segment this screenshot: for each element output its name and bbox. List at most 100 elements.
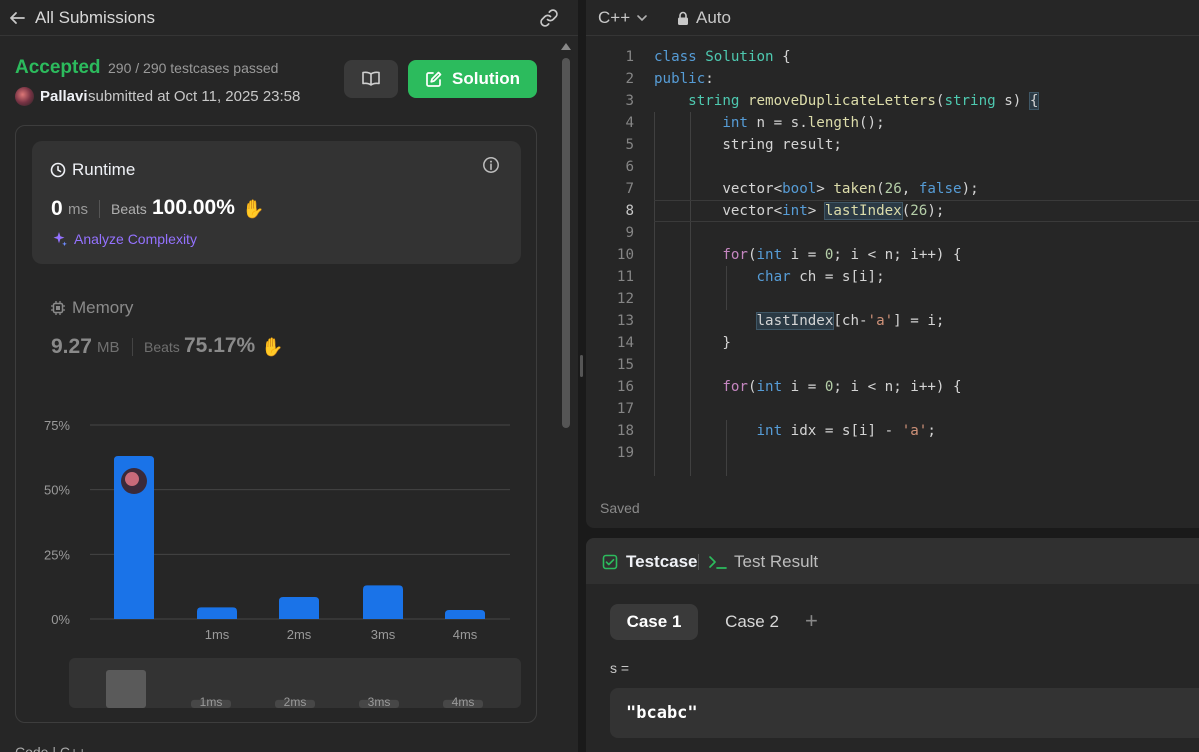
memory-title-label: Memory — [72, 298, 134, 317]
code-text: string result; — [654, 137, 842, 153]
runtime-distribution-chart: 75% 50% 25% 0% 1ms 2ms 3ms 4ms — [44, 418, 510, 642]
clock-icon — [50, 162, 66, 178]
chart-range-selector[interactable]: 1ms 2ms 3ms 4ms — [69, 658, 521, 708]
mini-bar — [106, 670, 146, 708]
code-editor-panel: C++ Auto 1 class Solution { 2 public: 3 st… — [586, 0, 1199, 528]
code-area[interactable]: 1 class Solution { 2 public: 3 string remo… — [586, 46, 1199, 476]
line-number: 13 — [616, 313, 634, 329]
scroll-up-icon[interactable] — [561, 43, 571, 50]
code-line: 11 char ch = s[i]; — [586, 266, 1199, 288]
code-text: string removeDuplicateLetters(string s) … — [688, 92, 1040, 110]
editor-header: C++ Auto — [586, 0, 1199, 36]
back-arrow-icon[interactable] — [8, 9, 26, 27]
submission-panel: All Submissions Accepted 290 / 290 testc… — [0, 0, 578, 752]
code-line: 13 lastIndex[ch-'a'] = i; — [586, 310, 1199, 332]
code-text: int n = s.length(); — [722, 115, 885, 131]
solution-button[interactable]: Solution — [408, 60, 537, 98]
bar — [279, 597, 319, 619]
line-number: 7 — [625, 181, 634, 197]
save-status: Saved — [600, 500, 640, 516]
terminal-icon — [709, 556, 727, 569]
tab-test-result-label: Test Result — [734, 552, 819, 571]
code-text: class Solution { — [654, 49, 791, 65]
book-open-icon — [362, 71, 380, 86]
x-tick-label: 1ms — [205, 627, 230, 642]
language-selector[interactable]: C++ — [598, 8, 648, 28]
line-number: 9 — [625, 225, 634, 241]
code-line: 3 string removeDuplicateLetters(string s… — [586, 90, 1199, 112]
mini-tick-label: 4ms — [452, 695, 475, 708]
code-line: 10 for(int i = 0; i < n; i++) { — [586, 244, 1199, 266]
y-tick-label: 50% — [44, 483, 70, 498]
runtime-value: 0 — [51, 197, 63, 220]
x-tick-label: 3ms — [371, 627, 396, 642]
tab-testcase[interactable]: Testcase — [602, 552, 698, 572]
bar — [445, 609, 485, 619]
mini-tick-label: 1ms — [200, 695, 223, 708]
code-text: vector<int> lastIndex(26); — [654, 202, 945, 220]
code-line: 1 class Solution { — [586, 46, 1199, 68]
clap-icon: ✋ — [261, 337, 284, 357]
y-tick-label: 25% — [44, 547, 70, 562]
code-line: 6 — [586, 156, 1199, 178]
tab-test-result[interactable]: Test Result — [708, 552, 818, 572]
editorial-button[interactable] — [344, 60, 398, 98]
line-number: 5 — [625, 137, 634, 153]
resize-handle[interactable] — [580, 355, 583, 377]
line-number: 14 — [616, 335, 634, 351]
submitter-name[interactable]: Pallavi — [40, 88, 88, 105]
code-text: for(int i = 0; i < n; i++) { — [722, 379, 962, 395]
info-icon[interactable] — [482, 156, 500, 174]
bottom-tabs[interactable]: Code | C++ — [15, 744, 86, 752]
testcase-header: Testcase Test Result — [586, 538, 1199, 584]
clap-icon: ✋ — [242, 199, 265, 219]
auto-mode-label: Auto — [696, 8, 731, 27]
divider — [99, 200, 100, 218]
code-line: 18 int idx = s[i] - 'a'; — [586, 420, 1199, 442]
line-number: 18 — [616, 423, 634, 439]
line-number: 12 — [616, 291, 634, 307]
line-number: 2 — [625, 71, 634, 87]
line-number: 4 — [625, 115, 634, 131]
input-variable-field[interactable] — [610, 688, 1199, 738]
line-number: 11 — [616, 269, 634, 285]
analyze-complexity-label: Analyze Complexity — [74, 231, 197, 247]
share-link-icon[interactable] — [538, 7, 560, 29]
line-number: 15 — [616, 357, 634, 373]
range-selector-chart: 1ms 2ms 3ms 4ms — [106, 670, 483, 708]
checkbox-icon — [602, 554, 618, 570]
chip-icon — [51, 301, 65, 315]
code-text: for(int i = 0; i < n; i++) { — [722, 247, 962, 263]
memory-unit: MB — [97, 339, 120, 356]
mini-tick-label: 3ms — [368, 695, 391, 708]
divider — [698, 554, 699, 570]
runtime-beats-label: Beats — [111, 201, 147, 217]
lock-icon — [678, 11, 688, 25]
tab-testcase-label: Testcase — [626, 552, 698, 571]
add-case-button[interactable]: + — [805, 608, 818, 634]
avatar[interactable] — [15, 87, 34, 106]
memory-title[interactable]: Memory — [50, 298, 133, 318]
input-variable-value[interactable]: "bcabc" — [626, 703, 698, 723]
divider — [132, 338, 133, 356]
y-tick-label: 75% — [44, 418, 70, 433]
all-submissions-link[interactable]: All Submissions — [35, 8, 155, 28]
code-line: 14 } — [586, 332, 1199, 354]
auto-mode-toggle[interactable]: Auto — [676, 8, 731, 28]
code-line: 19 — [586, 442, 1199, 464]
code-line-active: 8 vector<int> lastIndex(26); — [586, 200, 1199, 222]
edit-icon — [426, 71, 442, 87]
code-line: 5 string result; — [586, 134, 1199, 156]
case-2-tab[interactable]: Case 2 — [712, 604, 792, 640]
avatar-marker-face — [125, 472, 139, 487]
code-line: 2 public: — [586, 68, 1199, 90]
code-line: 17 — [586, 398, 1199, 420]
scrollbar-thumb[interactable] — [562, 58, 570, 428]
case-1-tab[interactable]: Case 1 — [610, 604, 698, 640]
submitted-timestamp: submitted at Oct 11, 2025 23:58 — [88, 88, 301, 105]
analyze-complexity-link[interactable]: Analyze Complexity — [52, 231, 197, 247]
runtime-title-label: Runtime — [72, 160, 136, 179]
mini-tick-label: 2ms — [284, 695, 307, 708]
code-line: 7 vector<bool> taken(26, false); — [586, 178, 1199, 200]
line-number: 1 — [625, 49, 634, 65]
